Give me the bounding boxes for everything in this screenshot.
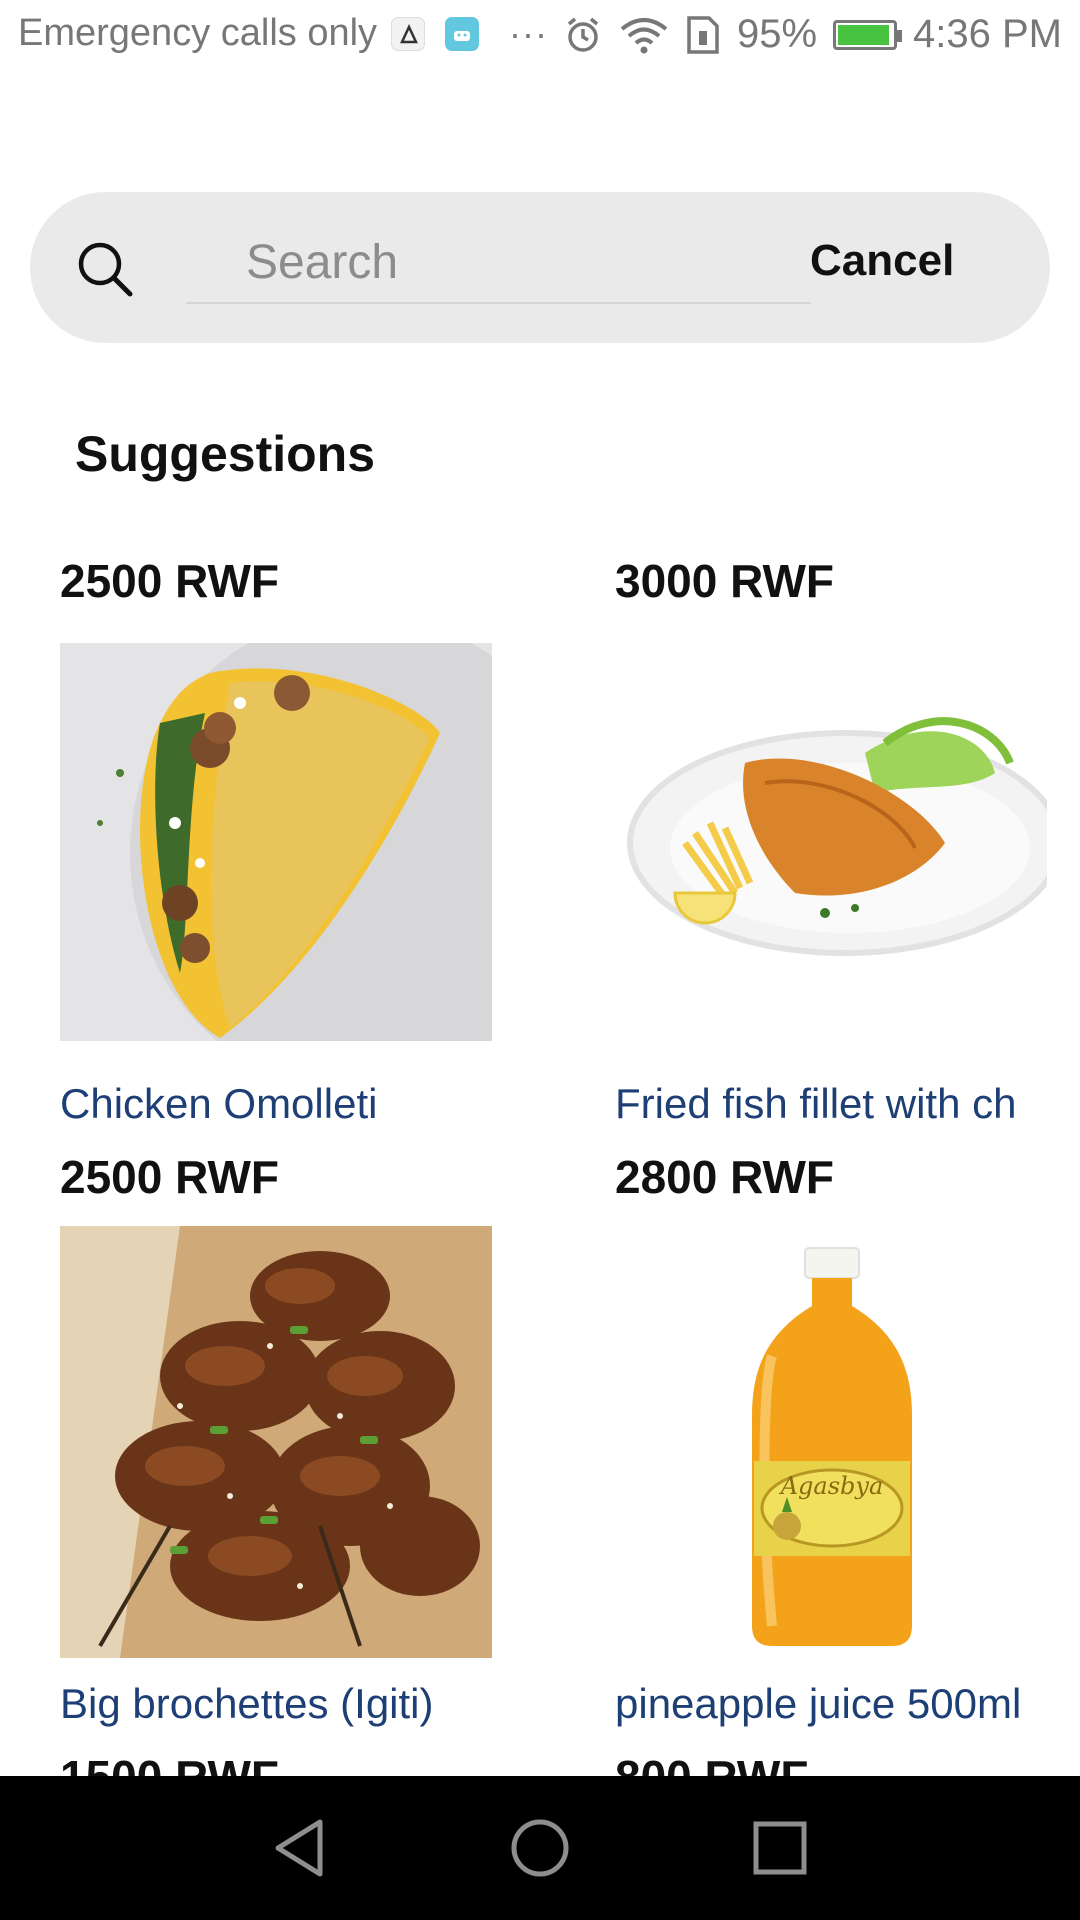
item-price: 2500 RWF [60,1151,280,1203]
recents-icon[interactable] [744,1812,816,1884]
home-icon[interactable] [504,1812,576,1884]
list-item[interactable]: Chicken Omolleti 2500 RWF [60,1080,520,1204]
drive-icon [391,16,426,51]
status-bar: Emergency calls only ··· 95% 4:36 PM [0,0,1080,75]
suggestions-list[interactable]: 2500 RWF 3000 RWF Chicken Omolleti 2500 … [0,520,1080,1776]
back-icon[interactable] [264,1812,336,1884]
more-dots-icon: ··· [509,12,549,54]
alarm-icon [567,17,599,52]
item-price: 800 RWF [615,1750,1055,1776]
item-name: Chicken Omolleti [60,1080,378,1127]
list-item[interactable]: Fried fish fillet with ch 2800 RWF [615,1080,1055,1204]
item-image-fried-fish[interactable] [615,643,1047,988]
item-image-pineapple-juice[interactable]: Agasbya [622,1226,1040,1662]
status-right: 95% 4:36 PM [547,12,1062,57]
wifi-icon [620,17,668,53]
item-name: Big brochettes (Igiti) [60,1680,434,1727]
item-price: 1500 RWF [60,1750,520,1776]
suggestions-title: Suggestions [75,426,376,482]
android-icon [445,16,480,51]
battery-icon [833,19,903,50]
item-price: 2500 RWF [60,555,280,607]
carrier-text: Emergency calls only [18,12,378,54]
status-left: Emergency calls only ··· [18,12,548,55]
search-icon[interactable] [76,240,134,298]
juice-brand-label: Agasbya [779,1472,884,1500]
clock: 4:36 PM [913,12,1062,56]
navigation-bar [0,1776,1080,1920]
item-price: 2800 RWF [615,1151,835,1203]
battery-percent: 95% [736,12,818,56]
item-image-brochettes[interactable] [60,1226,492,1658]
list-item[interactable]: Big brochettes (Igiti) 1500 RWF [60,1680,520,1776]
item-name: pineapple juice 500ml [615,1680,1022,1727]
sim-icon [687,15,719,54]
item-price: 3000 RWF [615,555,835,607]
item-image-omelette[interactable] [60,643,492,1041]
search-bar: Cancel [30,192,1050,343]
list-item[interactable]: pineapple juice 500ml 800 RWF [615,1680,1055,1776]
cancel-button[interactable]: Cancel [810,236,954,286]
item-name-clipped [615,520,935,524]
search-input[interactable] [186,222,811,304]
item-name: Fried fish fillet with ch [615,1080,1017,1127]
